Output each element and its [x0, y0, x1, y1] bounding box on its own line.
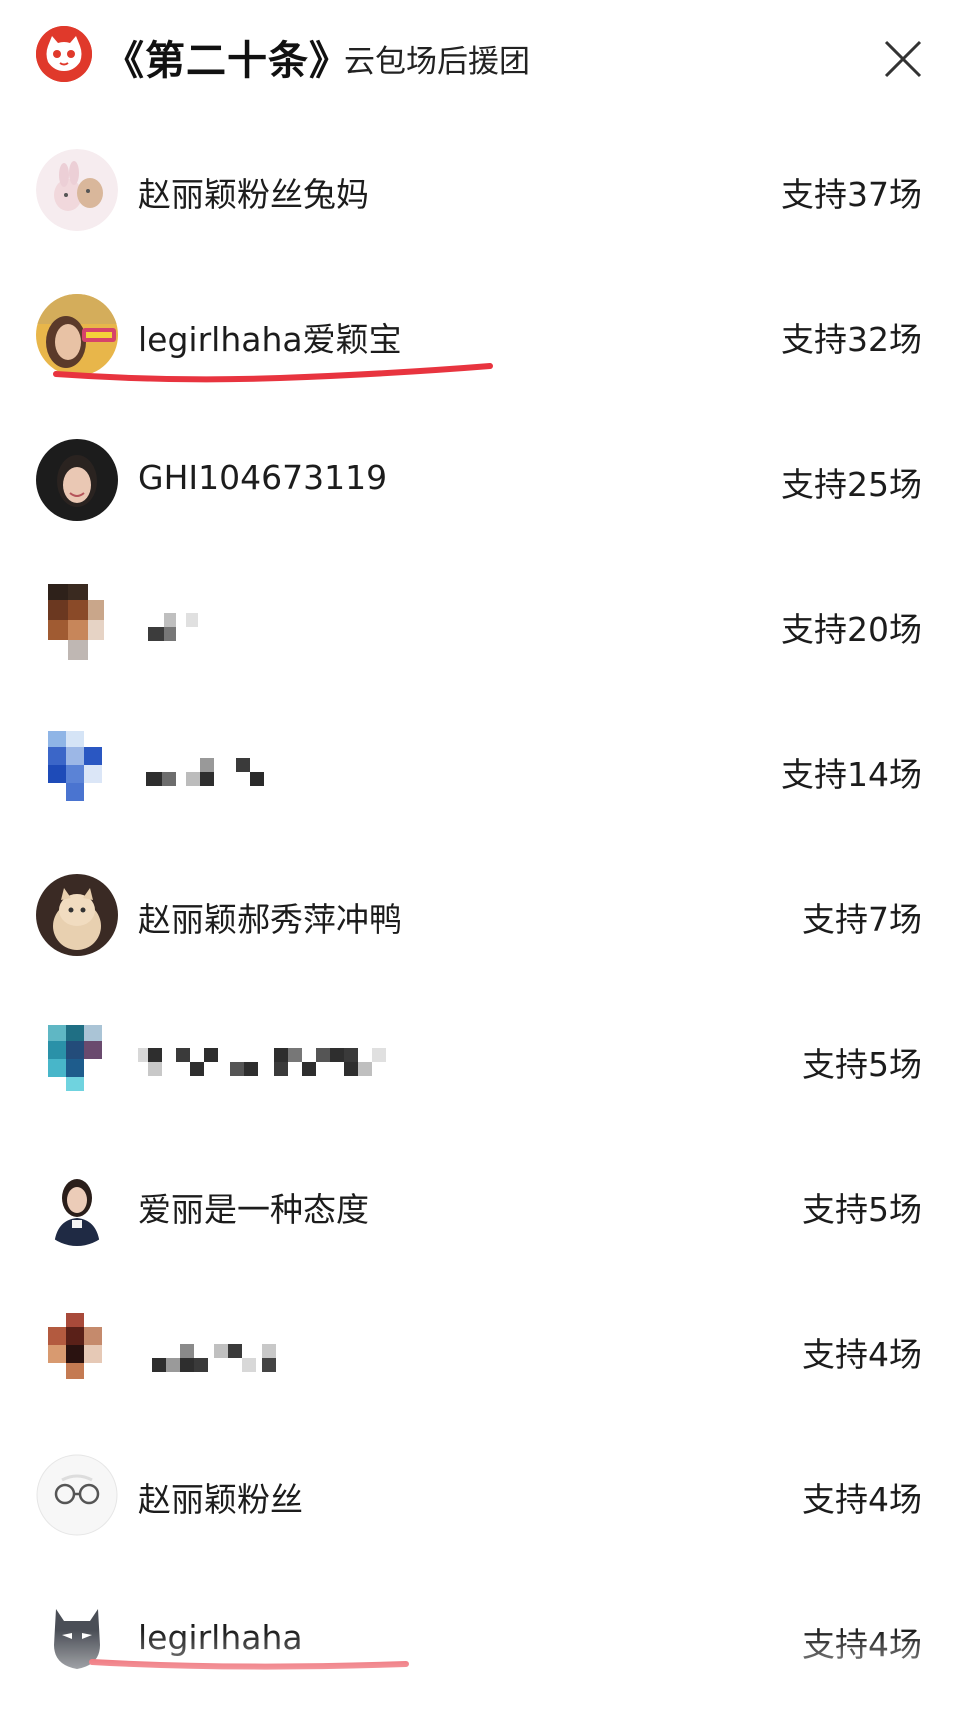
- support-count: 支持20场: [781, 610, 922, 649]
- pixelated-avatar: [36, 729, 118, 811]
- list-item[interactable]: GHI104673119 支持25场: [0, 408, 960, 553]
- user-name: legirlhaha: [138, 1618, 303, 1657]
- pixelated-avatar: [36, 1309, 118, 1391]
- list-item[interactable]: 支持14场: [0, 698, 960, 843]
- support-count: 支持4场: [802, 1625, 922, 1664]
- list-item[interactable]: 支持5场: [0, 988, 960, 1133]
- support-count: 支持14场: [781, 755, 922, 794]
- list-item[interactable]: legirlhaha 支持4场: [0, 1568, 960, 1713]
- cartoon-rabbit-avatar: [36, 149, 118, 231]
- list-item[interactable]: 支持20场: [0, 553, 960, 698]
- list-item[interactable]: 支持4场: [0, 1278, 960, 1423]
- user-name: 赵丽颖粉丝兔妈: [138, 175, 369, 214]
- page-title: 《第二十条》: [104, 38, 350, 84]
- support-count: 支持4场: [802, 1480, 922, 1519]
- support-count: 支持5场: [802, 1190, 922, 1229]
- user-name: 赵丽颖粉丝: [138, 1480, 303, 1519]
- close-icon[interactable]: [880, 36, 926, 82]
- list-item[interactable]: 赵丽颖粉丝兔妈 支持37场: [0, 118, 960, 263]
- support-count: 支持37场: [781, 175, 922, 214]
- support-count: 支持5场: [802, 1045, 922, 1084]
- user-name: GHI104673119: [138, 458, 388, 497]
- list-item[interactable]: 赵丽颖粉丝 支持4场: [0, 1423, 960, 1568]
- cat-logo-icon: [36, 26, 92, 82]
- pixelated-avatar: [36, 584, 118, 666]
- support-count: 支持25场: [781, 465, 922, 504]
- pixelated-name: [146, 758, 264, 786]
- pixelated-name: [152, 1344, 276, 1372]
- support-count: 支持7场: [802, 900, 922, 939]
- annotation-underline: [89, 1659, 409, 1670]
- user-name: 赵丽颖郝秀萍冲鸭: [138, 900, 402, 939]
- pixelated-name: [148, 613, 198, 641]
- cat-photo-avatar: [36, 874, 118, 956]
- portrait-avatar: [36, 439, 118, 521]
- list-item[interactable]: 赵丽颖郝秀萍冲鸭 支持7场: [0, 843, 960, 988]
- support-count: 支持32场: [781, 320, 922, 359]
- user-name: 爱丽是一种态度: [138, 1190, 369, 1229]
- page-subtitle: 云包场后援团: [344, 44, 530, 80]
- glasses-avatar: [36, 1454, 118, 1536]
- header: 《第二十条》 云包场后援团: [0, 0, 960, 110]
- annotation-underline: [53, 363, 493, 383]
- pixelated-name: [138, 1048, 386, 1076]
- person-avatar: [36, 1164, 118, 1246]
- support-count: 支持4场: [802, 1335, 922, 1374]
- pixelated-avatar: [36, 1019, 118, 1101]
- list-item[interactable]: 爱丽是一种态度 支持5场: [0, 1133, 960, 1278]
